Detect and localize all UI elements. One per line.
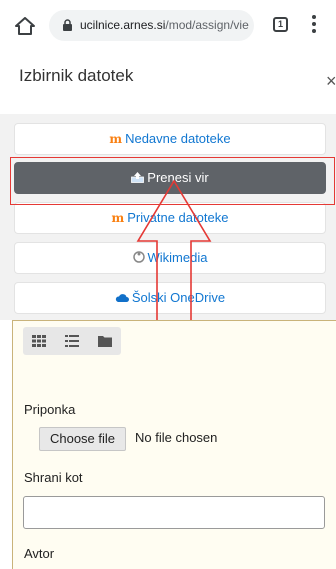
upload-form-panel: Priponka Choose file No file chosen Shra… — [12, 320, 336, 569]
tab-switcher-button[interactable]: 1 — [273, 17, 288, 32]
url-domain: ucilnice.arnes.si — [80, 18, 166, 32]
moodle-icon: m — [109, 132, 123, 146]
browser-toolbar: ucilnice.arnes.si/mod/assign/vie 1 — [0, 0, 336, 50]
address-bar[interactable]: ucilnice.arnes.si/mod/assign/vie — [49, 10, 254, 41]
moodle-icon: m — [111, 211, 125, 225]
home-icon[interactable] — [15, 17, 35, 35]
author-label: Avtor — [24, 546, 55, 561]
folder-icon — [98, 336, 112, 347]
more-options-icon[interactable] — [312, 15, 316, 33]
annotation-arrow — [136, 180, 212, 325]
no-file-chosen-text: No file chosen — [135, 430, 218, 445]
url-text: ucilnice.arnes.si/mod/assign/vie — [80, 18, 249, 33]
file-picker-header: Izbirnik datotek × — [0, 50, 336, 114]
close-icon[interactable]: × — [326, 72, 336, 90]
list-view-button[interactable] — [56, 327, 88, 355]
list-icon — [65, 335, 79, 347]
lock-icon — [63, 19, 72, 31]
save-as-input[interactable] — [23, 496, 325, 529]
attachment-label: Priponka — [24, 402, 76, 417]
repo-recent-files[interactable]: m Nedavne datoteke — [14, 123, 326, 155]
repo-label: Nedavne datoteke — [125, 131, 231, 146]
cloud-icon — [115, 283, 129, 313]
url-path: /mod/assign/vie — [165, 18, 249, 32]
file-picker-title: Izbirnik datotek — [19, 66, 134, 85]
save-as-label: Shrani kot — [24, 470, 83, 485]
choose-file-button[interactable]: Choose file — [39, 427, 126, 451]
view-toggle-group — [23, 327, 121, 355]
tree-view-button[interactable] — [89, 327, 121, 355]
grid-view-button[interactable] — [23, 327, 55, 355]
grid-icon — [32, 335, 46, 347]
tab-count: 1 — [277, 19, 283, 29]
